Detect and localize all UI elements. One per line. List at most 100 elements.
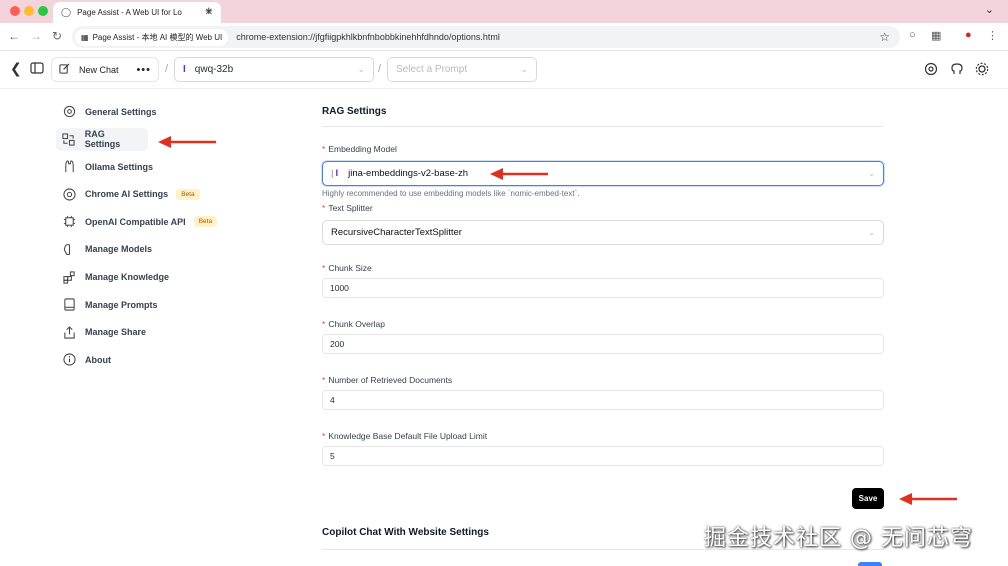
settings-cog-icon[interactable] xyxy=(924,62,938,76)
new-chat-label: New Chat xyxy=(79,64,119,75)
sidebar-item-ollama[interactable]: Ollama Settings xyxy=(56,155,226,178)
prompt-select[interactable]: Select a Prompt ⌄ xyxy=(387,57,537,82)
model-select-value: qwq-32b xyxy=(194,64,234,75)
extensions-icon[interactable]: ▦ xyxy=(931,29,941,42)
brain-icon xyxy=(62,242,76,256)
share-icon xyxy=(62,325,76,339)
watermark: 掘金技术社区 @ 无问芯穹 xyxy=(704,526,973,551)
gear-icon[interactable] xyxy=(975,62,989,76)
chevron-down-icon: ⌄ xyxy=(868,169,875,178)
model-select[interactable]: I qwq-32b ⌄ xyxy=(174,57,374,82)
annotation-arrow-icon xyxy=(490,168,548,180)
browser-tab-strip: ◯ Page Assist - A Web UI for Lo ✕ + ⌄ xyxy=(0,0,1008,23)
sidebar-item-label: General Settings xyxy=(85,106,157,117)
model-logo-icon: I xyxy=(335,168,339,179)
page-title: RAG Settings xyxy=(322,106,387,117)
copilot-section-title: Copilot Chat With Website Settings xyxy=(322,527,489,538)
text-splitter-label-text: Text Splitter xyxy=(328,203,373,213)
text-splitter-label: * Text Splitter xyxy=(322,203,884,213)
sidebar-item-openai[interactable]: OpenAI Compatible API Beta xyxy=(56,210,226,233)
chunk-size-label-text: Chunk Size xyxy=(328,263,372,273)
bookmark-star-icon[interactable]: ☆ xyxy=(879,30,890,44)
required-marker: * xyxy=(322,263,326,273)
blocks-icon xyxy=(62,270,76,284)
puzzle-icon: ▦ xyxy=(81,32,89,42)
sidebar-item-models[interactable]: Manage Models xyxy=(56,238,226,261)
chunk-size-label: * Chunk Size xyxy=(322,263,884,273)
info-icon xyxy=(62,353,76,367)
sidebar-item-label: Chrome AI Settings xyxy=(85,189,169,200)
close-window-button[interactable] xyxy=(10,6,20,16)
back-icon[interactable]: ← xyxy=(8,29,20,43)
chevron-down-icon: ⌄ xyxy=(357,64,365,74)
embedding-model-select[interactable]: | I jina-embeddings-v2-base-zh ⌄ xyxy=(322,161,884,186)
upload-limit-input[interactable]: 5 xyxy=(322,446,884,466)
retrieved-docs-label: * Number of Retrieved Documents xyxy=(322,375,884,385)
back-chevron-icon[interactable]: ❮ xyxy=(10,61,22,75)
embedding-model-label: * Embedding Model xyxy=(322,144,884,154)
upload-limit-label: * Knowledge Base Default File Upload Limi… xyxy=(322,431,884,441)
beta-badge: Beta xyxy=(193,216,218,228)
github-icon[interactable] xyxy=(950,62,964,76)
sidebar-item-chrome-ai[interactable]: Chrome AI Settings Beta xyxy=(56,183,226,206)
toggle-switch[interactable] xyxy=(858,562,882,566)
sidebar-item-knowledge[interactable]: Manage Knowledge xyxy=(56,266,226,289)
url-text[interactable]: chrome-extension://jfgfiigpkhlkbnfnbobbk… xyxy=(236,32,500,42)
sidebar-item-label: Manage Knowledge xyxy=(85,272,170,283)
chevron-down-icon: ⌄ xyxy=(868,228,875,237)
address-bar[interactable]: ▦ Page Assist - 本地 AI 模型的 Web UI chrome-… xyxy=(72,26,900,48)
cpu-icon xyxy=(62,215,76,229)
chrome-icon xyxy=(62,187,76,201)
new-tab-button[interactable]: + xyxy=(205,3,213,18)
zoom-window-button[interactable] xyxy=(38,6,48,16)
sidebar-item-prompts[interactable]: Manage Prompts xyxy=(56,293,226,316)
tab-search-icon[interactable]: ⌄ xyxy=(985,3,994,16)
sidebar-item-label: OpenAI Compatible API xyxy=(85,216,186,227)
origin-chip[interactable]: ▦ Page Assist - 本地 AI 模型的 Web UI xyxy=(75,28,229,46)
new-chat-button[interactable]: New Chat ••• xyxy=(51,57,159,82)
browser-menu-icon[interactable]: ⋮ xyxy=(987,29,998,42)
chunk-size-input[interactable]: 1000 xyxy=(322,278,884,298)
profile-icon[interactable]: ● xyxy=(965,29,972,41)
text-splitter-select[interactable]: RecursiveCharacterTextSplitter ⌄ xyxy=(322,220,884,245)
minimize-window-button[interactable] xyxy=(24,6,34,16)
sidebar-item-general[interactable]: General Settings xyxy=(56,100,226,123)
embedding-help-text: Highly recommended to use embedding mode… xyxy=(322,189,580,198)
sidebar-item-label: Ollama Settings xyxy=(85,161,154,172)
sidebar-toggle-icon[interactable] xyxy=(30,61,44,77)
llama-icon xyxy=(62,160,76,174)
sidebar-item-label: Manage Share xyxy=(85,327,147,338)
sidebar-item-about[interactable]: About xyxy=(56,348,226,371)
browser-tab[interactable]: ◯ Page Assist - A Web UI for Lo ✕ xyxy=(53,2,221,23)
rag-settings-panel: RAG Settings * Embedding Model | I jina-e… xyxy=(322,100,884,466)
forward-icon[interactable]: → xyxy=(30,29,42,43)
embedding-model-value: jina-embeddings-v2-base-zh xyxy=(348,168,468,179)
text-cursor: | xyxy=(331,168,334,179)
lens-icon[interactable]: ○ xyxy=(909,29,916,41)
required-marker: * xyxy=(322,319,326,329)
sidebar-item-rag[interactable]: RAG Settings xyxy=(56,127,148,151)
browser-toolbar: ← → ↻ ▦ Page Assist - 本地 AI 模型的 Web UI c… xyxy=(0,23,1008,51)
chunk-overlap-input[interactable]: 200 xyxy=(322,334,884,354)
sidebar-item-label: Manage Models xyxy=(85,244,153,255)
edit-icon xyxy=(59,63,70,76)
retrieved-docs-input[interactable]: 4 xyxy=(322,390,884,410)
upload-limit-label-text: Knowledge Base Default File Upload Limit xyxy=(328,431,488,441)
required-marker: * xyxy=(322,431,326,441)
annotation-arrow-icon xyxy=(899,493,957,505)
prompt-select-placeholder: Select a Prompt xyxy=(396,64,468,75)
chunk-overlap-label: * Chunk Overlap xyxy=(322,319,884,329)
sidebar-item-label: Manage Prompts xyxy=(85,299,158,310)
required-marker: * xyxy=(322,203,326,213)
save-button[interactable]: Save xyxy=(852,488,884,509)
more-options-icon[interactable]: ••• xyxy=(136,64,151,76)
app-header: ❮ New Chat ••• / I qwq-32b ⌄ / Select a … xyxy=(0,51,1008,89)
origin-chip-label: Page Assist - 本地 AI 模型的 Web UI xyxy=(92,32,223,42)
sidebar-item-label: RAG Settings xyxy=(84,129,121,150)
sidebar-item-share[interactable]: Manage Share xyxy=(56,321,226,344)
chunk-overlap-label-text: Chunk Overlap xyxy=(328,319,386,329)
reload-icon[interactable]: ↻ xyxy=(52,29,62,43)
model-logo-icon: I xyxy=(183,64,186,75)
embedding-model-label-text: Embedding Model xyxy=(328,144,397,154)
chevron-down-icon: ⌄ xyxy=(520,64,528,74)
